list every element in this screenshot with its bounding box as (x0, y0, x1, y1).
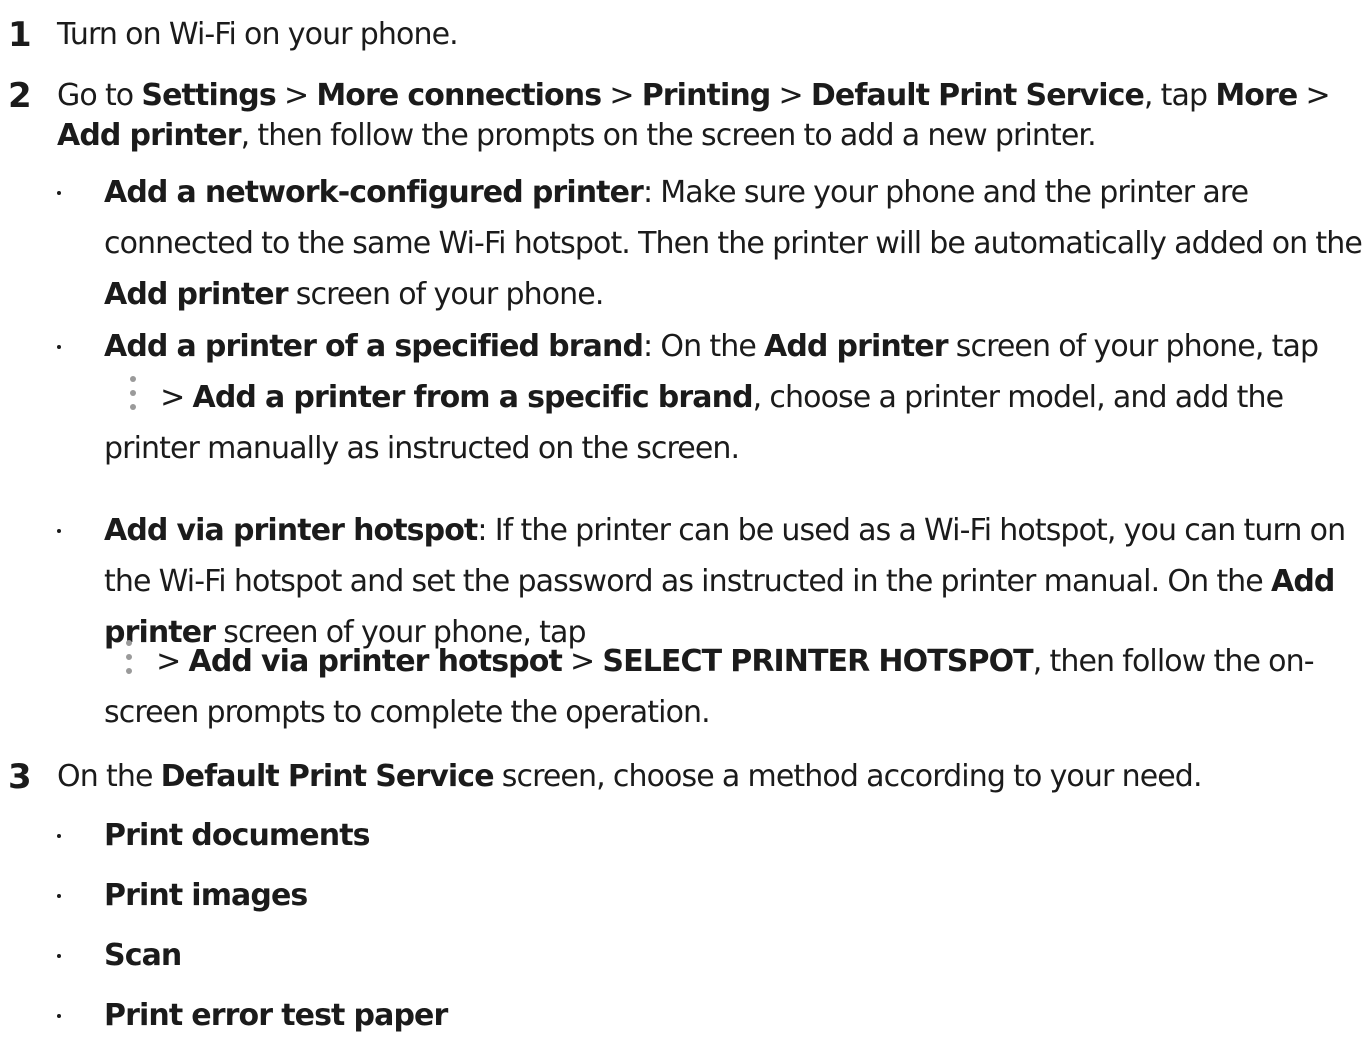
bullet-title: Print images (104, 878, 308, 913)
list-item-text: Add a network-configured printer: Make s… (104, 167, 1366, 320)
ui-term: Printing (641, 78, 772, 113)
ui-term: Default Print Service (160, 759, 495, 794)
list-item-text: Scan (104, 930, 1366, 981)
text-run: > (1297, 78, 1330, 113)
bullet-dot (57, 894, 61, 898)
step-text: Turn on Wi-Fi on your phone. (57, 17, 459, 52)
bullet-title: Add a network-configured printer (104, 175, 644, 210)
step-2-bullet-2-cont: > Add a printer from a specific brand, c… (104, 372, 1366, 474)
step-3-bullets: Print documents Print images Scan Print … (0, 810, 1368, 1041)
bullet-title: Add a printer of a specified brand (104, 329, 644, 364)
more-vertical-icon (114, 637, 144, 677)
step-text: On the Default Print Service screen, cho… (57, 757, 1365, 797)
text-run: , tap (1143, 78, 1216, 113)
ui-term: Add a printer from a specific brand (192, 380, 754, 415)
step-number: 1 (8, 15, 32, 55)
step-2-bullets: Add a network-configured printer: Make s… (0, 167, 1368, 320)
list-item: Print documents (0, 810, 1368, 870)
text-run: > (275, 78, 317, 113)
bullet-dot (57, 345, 61, 349)
text-run: > (152, 380, 193, 415)
ui-term: Add printer (104, 277, 289, 312)
bullet-dot (57, 529, 61, 533)
bullet-dot (57, 191, 61, 195)
text-run: screen of your phone. (287, 277, 605, 312)
list-item: Print error test paper (0, 990, 1368, 1041)
text-run: > (601, 78, 642, 113)
step-2-bullet-2: Add a printer of a specified brand: On t… (0, 321, 1368, 372)
step-2-bullet-3-cont: > Add via printer hotspot > SELECT PRINT… (104, 636, 1366, 738)
text-run: : On the (643, 329, 765, 364)
step-number: 3 (8, 757, 32, 797)
list-item-text: Add a printer of a specified brand: On t… (104, 321, 1366, 372)
list-item: Add a printer of a specified brand: On t… (0, 321, 1368, 372)
bullet-dot (57, 834, 61, 838)
text-run: Go to (57, 78, 142, 113)
list-item-text: Print error test paper (104, 990, 1366, 1041)
more-vertical-icon (118, 373, 148, 413)
bullet-dot (57, 1014, 61, 1018)
ui-term: More connections (316, 78, 602, 113)
bullet-title: Add via printer hotspot (104, 513, 478, 548)
text-run: > (561, 644, 603, 679)
ui-term: SELECT PRINTER HOTSPOT (602, 644, 1033, 679)
text-run: On the (57, 759, 161, 794)
ui-term: Settings (141, 78, 276, 113)
step-text: Go to Settings > More connections > Prin… (57, 76, 1365, 156)
ui-term: More (1215, 78, 1298, 113)
step-3: 3 On the Default Print Service screen, c… (0, 757, 1365, 797)
text-run: , then follow the prompts on the screen … (240, 118, 1097, 153)
bullet-title: Print documents (104, 818, 371, 853)
ui-term: Add printer (57, 118, 242, 153)
bullet-dot (57, 954, 61, 958)
list-item: Add a network-configured printer: Make s… (0, 167, 1368, 320)
ui-term: Default Print Service (810, 78, 1145, 113)
step-1: 1 Turn on Wi-Fi on your phone. (0, 15, 1365, 55)
list-item: Scan (0, 930, 1368, 990)
text-run: screen, choose a method according to you… (493, 759, 1203, 794)
text-run: > (148, 644, 189, 679)
list-item: Print images (0, 870, 1368, 930)
ui-term: Add via printer hotspot (188, 644, 563, 679)
list-item-text: Print images (104, 870, 1366, 921)
list-item-text: Print documents (104, 810, 1366, 861)
step-number: 2 (8, 76, 32, 116)
bullet-title: Scan (104, 938, 182, 973)
text-run: screen of your phone, tap (947, 329, 1319, 364)
ui-term: Add printer (764, 329, 949, 364)
text-run: > (770, 78, 811, 113)
step-2: 2 Go to Settings > More connections > Pr… (0, 76, 1365, 156)
